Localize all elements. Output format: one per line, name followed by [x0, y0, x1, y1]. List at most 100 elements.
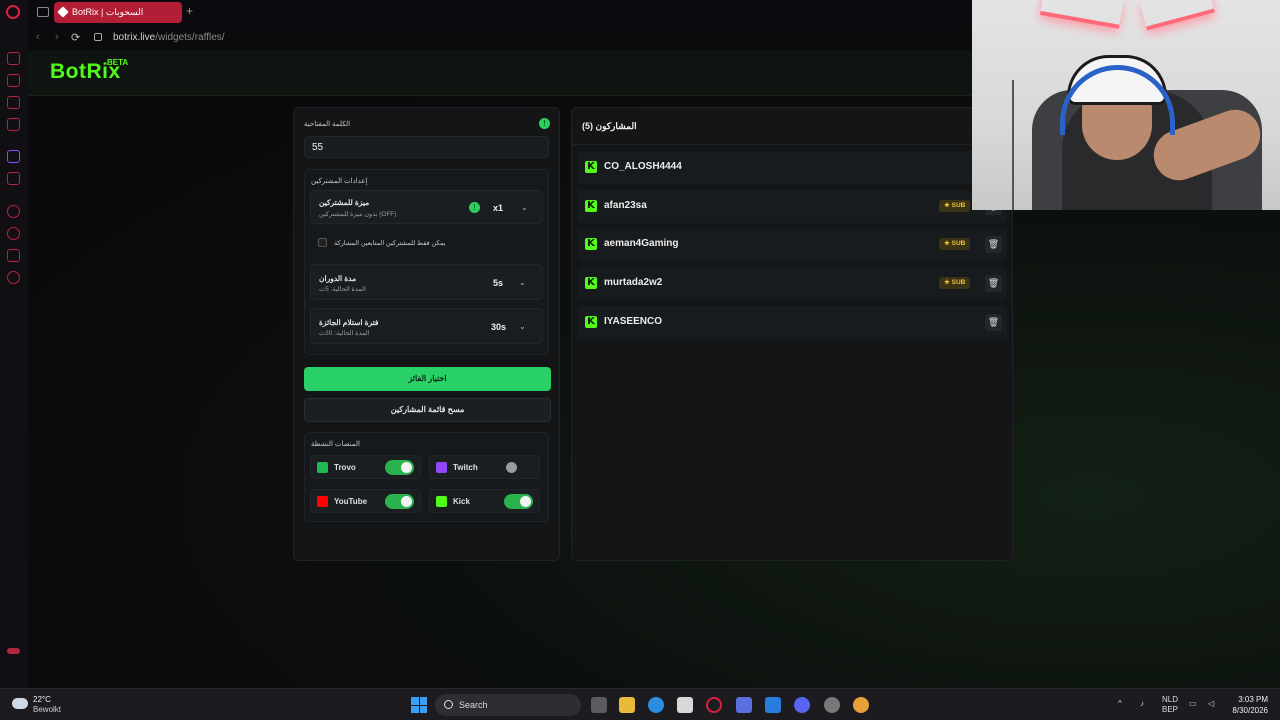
twitch-sidebar-icon[interactable]: [7, 150, 20, 163]
weather-status[interactable]: Bewolkt: [33, 705, 61, 714]
windows-start-icon[interactable]: [411, 697, 427, 713]
subscriber-perk-row: ميزة للمشتركين بدون ميزة للمشتركين (OFF)…: [310, 190, 543, 224]
platform-toggle[interactable]: [504, 460, 533, 475]
subs-only-checkbox[interactable]: [318, 238, 327, 247]
participant-row: K IYASEENCO 🗑: [577, 305, 1007, 339]
platform-youtube: YouTube: [310, 489, 421, 513]
active-platforms: المنصات النشطة Trovo Twitch YouTube Kick: [304, 432, 549, 522]
forward-arrow-icon[interactable]: ›: [55, 31, 59, 43]
star-icon: ★: [944, 240, 950, 248]
edge-icon[interactable]: [648, 697, 664, 713]
participants-title: المشاركون (5): [582, 121, 637, 131]
chevron-down-icon[interactable]: ⌄: [519, 278, 526, 287]
sub-badge-label: SUB: [951, 240, 966, 248]
app-icon[interactable]: [824, 697, 840, 713]
delete-participant-button[interactable]: 🗑: [985, 236, 1002, 254]
star-icon: ★: [944, 279, 950, 287]
clock[interactable]: 3:03 PM 8/30/2026: [1226, 694, 1268, 716]
sub-badge: ★ SUB: [939, 199, 971, 212]
sidebar-app-icon[interactable]: [7, 205, 20, 218]
participant-name: aeman4Gaming: [604, 238, 679, 250]
spin-duration-select[interactable]: 5s: [493, 278, 503, 288]
cloud-icon[interactable]: [12, 698, 28, 709]
participant-row: Kaeman4Gaming ★ SUB 🗑: [577, 228, 1007, 262]
beta-badge: BETA: [107, 58, 129, 67]
tray-overflow-icon[interactable]: ^: [1118, 699, 1122, 708]
spin-duration-row: مدة الدوران المدة الحالية: 5ث 5s ⌄: [310, 264, 543, 300]
sidebar-app-icon[interactable]: [7, 172, 20, 185]
sidebar-more-icon[interactable]: [7, 648, 20, 654]
network-icon[interactable]: ▭: [1189, 699, 1197, 708]
trash-icon: 🗑: [987, 316, 1000, 327]
reload-icon[interactable]: ⟳: [71, 31, 80, 44]
kick-icon: K: [585, 277, 597, 290]
language-indicator[interactable]: NLD BEP: [1158, 695, 1182, 715]
settings-gear-icon[interactable]: [7, 271, 20, 284]
url-field[interactable]: botrix.live/widgets/raffles/: [113, 32, 225, 43]
youtube-icon: [317, 496, 328, 507]
webcam-overlay: [972, 0, 1280, 210]
store-icon[interactable]: [677, 697, 693, 713]
sidebar-app-icon[interactable]: [7, 118, 20, 131]
weather-temperature[interactable]: 22°C: [33, 695, 51, 704]
participant-name: afan23sa: [604, 199, 647, 211]
kick-icon: K: [585, 238, 597, 251]
platform-toggle[interactable]: [504, 494, 533, 509]
platform-kick: Kick: [429, 489, 540, 513]
platform-name: YouTube: [334, 497, 368, 506]
app-icon[interactable]: [765, 697, 781, 713]
info-icon[interactable]: !: [539, 118, 550, 129]
platform-toggle[interactable]: [385, 460, 414, 475]
participant-row: KCO_ALOSH4444🗑: [577, 151, 1007, 184]
sidebar-app-icon[interactable]: [7, 249, 20, 262]
chrome-icon[interactable]: [853, 697, 869, 713]
tab-list-icon[interactable]: [37, 7, 49, 17]
spin-duration-title: مدة الدوران: [319, 274, 357, 283]
toggle-knob: [520, 496, 531, 507]
kick-icon: K: [585, 199, 597, 212]
url-path: /widgets/raffles/: [155, 32, 225, 43]
microphone-icon[interactable]: ♪: [1140, 699, 1144, 708]
back-arrow-icon[interactable]: ‹: [36, 31, 40, 43]
opera-logo-icon[interactable]: [6, 5, 20, 19]
chevron-down-icon[interactable]: ⌄: [519, 322, 526, 331]
sidebar-app-icon[interactable]: [7, 74, 20, 87]
volume-icon[interactable]: ◁: [1208, 699, 1214, 708]
history-icon[interactable]: [7, 227, 20, 240]
sidebar-app-icon[interactable]: [7, 52, 20, 65]
discord-icon[interactable]: [794, 697, 810, 713]
participant-row: Kafan23sa★ SUB🗑: [577, 189, 1007, 223]
tab-active[interactable]: BotRix | السحوبات: [54, 2, 182, 23]
taskbar-search[interactable]: Search: [435, 694, 581, 716]
opera-icon[interactable]: [706, 697, 722, 713]
participant-name: CO_ALOSH4444: [604, 161, 682, 172]
platform-trovo: Trovo: [310, 455, 421, 479]
app-icon[interactable]: [736, 697, 752, 713]
date: 8/30/2026: [1232, 706, 1268, 715]
platform-toggle[interactable]: [385, 494, 414, 509]
info-icon[interactable]: !: [469, 202, 480, 213]
task-view-icon[interactable]: [591, 697, 607, 713]
keyword-input[interactable]: [304, 136, 549, 158]
trash-icon: 🗑: [987, 239, 1000, 250]
subscriber-perk-select[interactable]: x1: [493, 203, 503, 213]
delete-participant-button[interactable]: 🗑: [985, 313, 1002, 331]
sidebar-app-icon[interactable]: [7, 96, 20, 109]
file-explorer-icon[interactable]: [619, 697, 635, 713]
search-icon: [444, 700, 453, 709]
trash-icon: 🗑: [987, 278, 1000, 289]
sub-badge: ★ SUB: [939, 238, 971, 251]
clear-participants-button[interactable]: مسح قائمة المشاركين: [304, 398, 551, 422]
raffle-settings-card: الكلمة المفتاحية ! إعدادات المشتركين ميز…: [293, 107, 560, 561]
subs-only-row: يمكن فقط للمشتركين المتابعين المشاركة: [310, 232, 543, 254]
participants-card: المشاركون (5) K CO_ALOSH4444 🗑 Kafan23sa ★ S…: [571, 107, 1013, 561]
trovo-icon: [317, 462, 328, 473]
new-tab-button[interactable]: +: [186, 4, 193, 18]
chevron-down-icon[interactable]: ⌄: [521, 203, 528, 212]
claim-period-select[interactable]: 30s: [491, 322, 506, 332]
claim-period-title: فترة استلام الجائزة: [319, 318, 379, 327]
subscriber-perk-title: ميزة للمشتركين: [319, 198, 370, 207]
delete-participant-button[interactable]: 🗑: [985, 275, 1002, 293]
pick-winner-button[interactable]: اختيار الفائز: [304, 367, 551, 391]
subscriber-settings: إعدادات المشتركين ميزة للمشتركين بدون مي…: [304, 169, 549, 355]
